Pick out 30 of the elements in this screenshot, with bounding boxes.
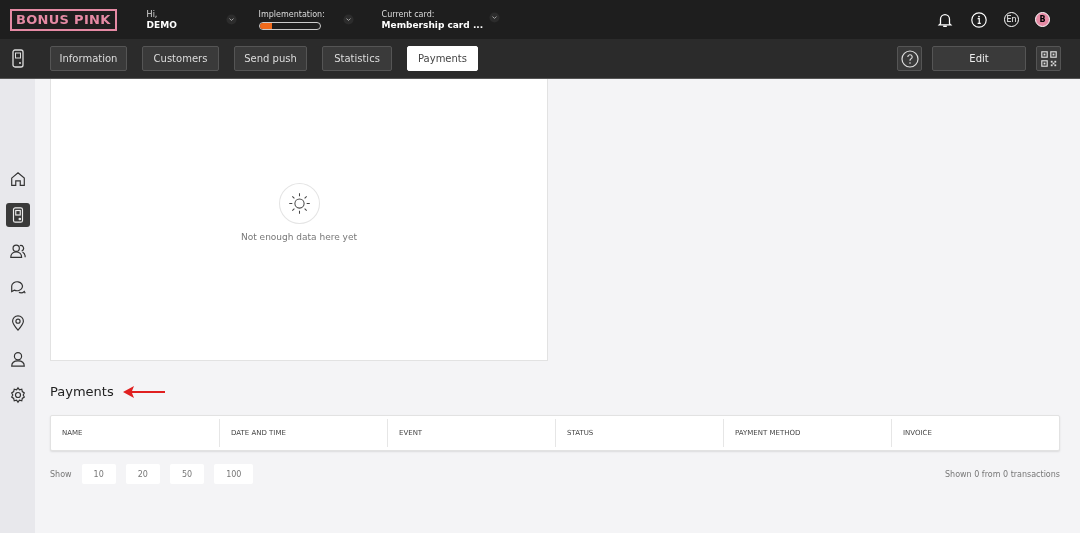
tab[interactable]: Send push (234, 46, 307, 71)
sun-icon (278, 183, 320, 224)
tab[interactable]: Statistics (322, 46, 392, 71)
implementation-label: Implementation: (258, 9, 325, 19)
greeting-label: Hi, (146, 9, 159, 19)
page-size-button[interactable]: 20 (125, 464, 160, 484)
user-name: DEMO (146, 19, 177, 30)
page-size-button[interactable]: 50 (169, 464, 205, 484)
section-title: Payments (50, 384, 114, 399)
chevron-down-icon[interactable] (489, 11, 501, 23)
show-label: Show (50, 469, 72, 479)
chevron-down-icon[interactable] (225, 14, 237, 25)
page-size-button[interactable]: 100 (214, 464, 254, 484)
help-button[interactable] (897, 46, 922, 71)
phone-icon[interactable] (11, 48, 25, 69)
empty-state-message: Not enough data here yet (241, 232, 357, 242)
tab[interactable]: Customers (142, 46, 219, 71)
page-size-button[interactable]: 10 (81, 464, 116, 484)
logo[interactable]: BONUS PINK (10, 8, 117, 31)
qr-code-button[interactable] (1036, 46, 1061, 71)
edit-button[interactable]: Edit (932, 46, 1026, 71)
chevron-down-icon[interactable] (342, 14, 354, 25)
avatar[interactable]: B (1035, 12, 1050, 27)
transactions-summary: Shown 0 from 0 transactions (945, 469, 1060, 479)
current-card-label: Current card: (381, 9, 436, 19)
current-card-name: Membership card ... (381, 19, 484, 30)
tab[interactable]: Information (50, 46, 127, 71)
tab[interactable]: Payments (407, 46, 478, 71)
annotation-arrow (121, 384, 166, 399)
info-icon[interactable] (970, 10, 988, 29)
